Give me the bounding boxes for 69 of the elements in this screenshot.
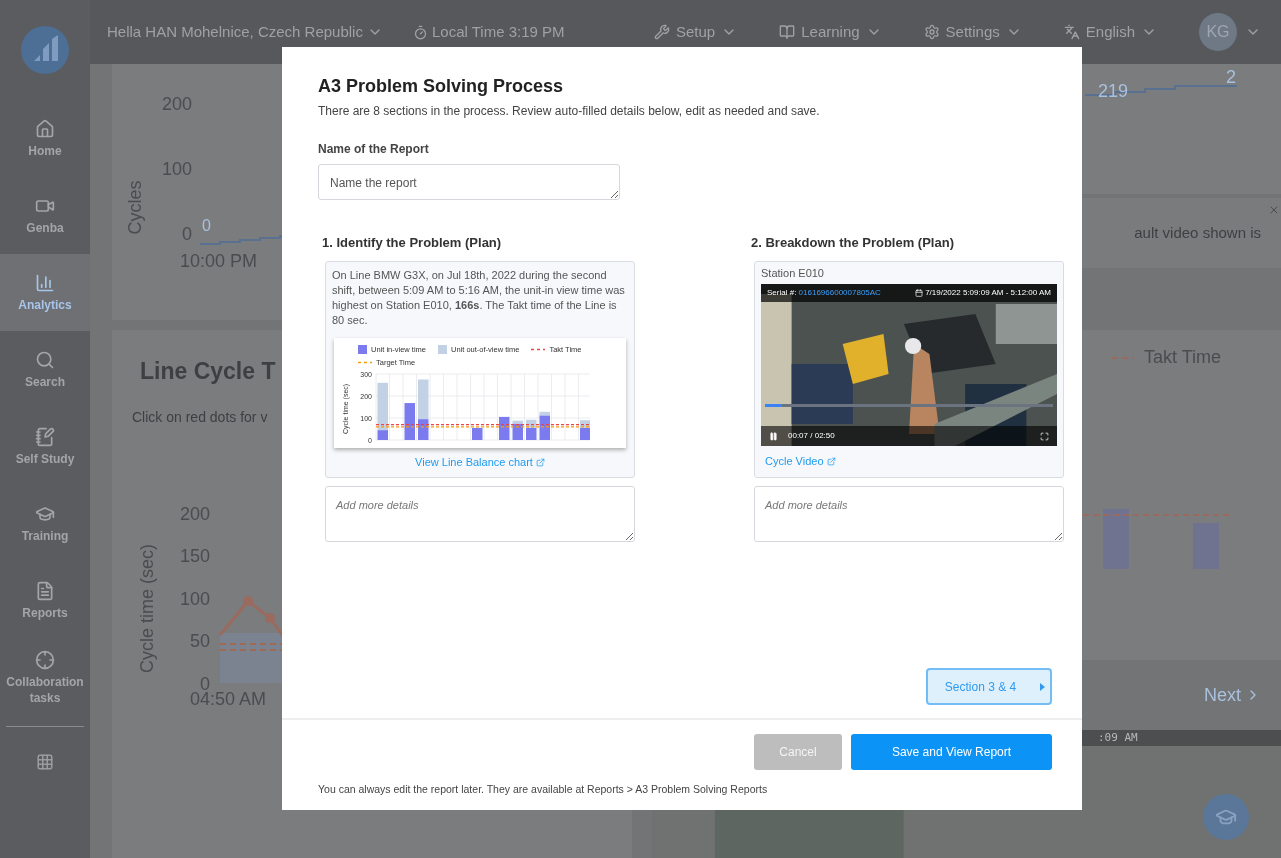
data-label: 0 bbox=[202, 216, 211, 236]
next-section-button[interactable]: Section 3 & 4 bbox=[926, 668, 1052, 706]
bar bbox=[404, 403, 415, 440]
station-name: Station E010 bbox=[760, 265, 825, 281]
sidebar-item[interactable]: Self Study bbox=[0, 408, 90, 485]
book-icon bbox=[779, 24, 796, 40]
save-button[interactable]: Save and View Report bbox=[851, 734, 1052, 771]
dialog-title: A3 Problem Solving Process bbox=[318, 75, 564, 98]
menu-button[interactable]: English bbox=[1063, 20, 1157, 44]
next-link[interactable]: Next bbox=[1204, 681, 1261, 709]
site-selector[interactable]: Hella HAN Mohelnice, Czech Republic bbox=[107, 20, 383, 44]
pause-icon[interactable] bbox=[769, 431, 778, 441]
video-link[interactable]: Cycle Video bbox=[765, 453, 836, 470]
menu-button[interactable]: Setup bbox=[654, 20, 738, 44]
notebook-pen-icon bbox=[35, 426, 55, 447]
chart-subtitle: Click on red dots for v bbox=[132, 407, 268, 427]
field-label: Name of the Report bbox=[318, 141, 429, 158]
serial-number: Serial #: 0161696600007805AC bbox=[767, 287, 881, 299]
legend-swatch bbox=[358, 344, 367, 354]
menu-button[interactable]: Settings bbox=[923, 20, 1022, 44]
details-field[interactable]: Add more details bbox=[325, 485, 635, 542]
progress-track[interactable] bbox=[765, 404, 1053, 407]
legend-swatch bbox=[438, 344, 447, 354]
translate-icon bbox=[1063, 24, 1080, 40]
dashed-line-icon bbox=[358, 360, 372, 364]
sidebar-item[interactable]: Genba bbox=[0, 177, 90, 254]
local-time: Local Time 3:19 PM bbox=[431, 21, 565, 42]
caret-icon bbox=[1040, 682, 1046, 691]
dashed-line-icon bbox=[1111, 355, 1134, 360]
sidebar-item[interactable]: Reports bbox=[0, 562, 90, 639]
close-icon[interactable] bbox=[1268, 204, 1280, 216]
logo-icon bbox=[20, 25, 70, 75]
chart-link[interactable]: View Line Balance chart bbox=[415, 454, 545, 471]
playback-time: 00:07 / 02:50 bbox=[788, 430, 835, 442]
section-title: 2. Breakdown the Problem (Plan) bbox=[751, 234, 955, 252]
settings-icon bbox=[923, 24, 940, 40]
bar bbox=[499, 416, 510, 440]
timer-icon bbox=[412, 24, 428, 40]
dialog-subtitle: There are 8 sections in the process. Review auto-filled details below, edit as needed and save. bbox=[318, 103, 820, 120]
section-title: 1. Identify the Problem (Plan) bbox=[322, 234, 503, 252]
external-link-icon bbox=[826, 456, 836, 466]
time-range: 7/19/2022 5:09:09 AM - 5:12:00 AM bbox=[925, 287, 1051, 299]
chart-title: Line Cycle T bbox=[140, 357, 276, 386]
menu-button[interactable]: Learning bbox=[779, 20, 882, 44]
sidebar-item[interactable]: Search bbox=[0, 331, 90, 408]
search-icon bbox=[35, 349, 55, 370]
report-name-field[interactable]: Name the report bbox=[318, 164, 620, 200]
dashed-line-icon bbox=[531, 347, 546, 351]
bar-chart-icon bbox=[35, 272, 55, 293]
calendar-icon bbox=[915, 289, 924, 297]
sidebar-item[interactable]: Home bbox=[0, 100, 90, 177]
data-label: 219 bbox=[1098, 80, 1129, 103]
notice-text: ault video shown is bbox=[1134, 222, 1261, 243]
fullscreen-icon[interactable] bbox=[1040, 431, 1049, 441]
apps-grid-icon[interactable] bbox=[36, 753, 54, 771]
details-field[interactable]: Add more details bbox=[754, 485, 1064, 542]
sidebar-item[interactable]: Analytics bbox=[0, 254, 90, 331]
data-label: 2 bbox=[1226, 66, 1236, 89]
timestamp-text: :09 AM bbox=[1098, 729, 1138, 746]
home-icon bbox=[35, 118, 55, 139]
sidebar-item[interactable]: Training bbox=[0, 485, 90, 562]
bar bbox=[472, 427, 483, 440]
footer-note: You can always edit the report later. They are available at Reports > A3 Problem Solving Reports bbox=[318, 782, 768, 798]
wrench-icon bbox=[654, 24, 670, 40]
summary-text: On Line BMW G3X, on Jul 18th, 2022 during the second shift, between 5:09 AM to 5:16 AM, the unit-in view time was highest on Station E010, 166s. The Takt time of the Line is 80 sec. bbox=[331, 267, 626, 328]
document-icon bbox=[35, 580, 55, 601]
sidebar-item[interactable]: Collaboration tasks bbox=[0, 639, 90, 716]
crosshair-icon bbox=[35, 649, 55, 670]
external-link-icon bbox=[535, 457, 545, 467]
